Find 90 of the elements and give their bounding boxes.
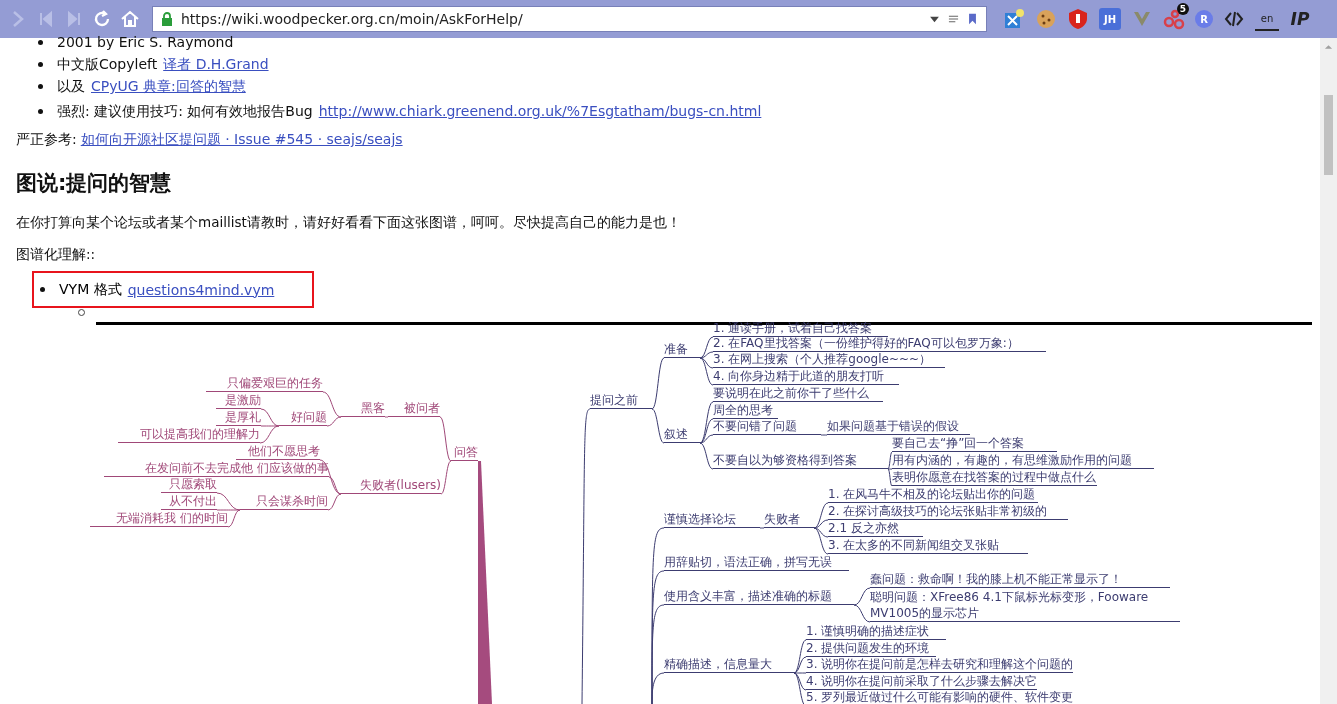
mind-map-node: 2.1 反之亦然: [828, 521, 923, 537]
format-text: VYM 格式: [59, 280, 122, 299]
mind-map-node: 在发问前不去完成他 们应该做的事: [104, 461, 329, 477]
reference-label: 严正参考:: [16, 131, 77, 149]
reload-icon[interactable]: [92, 9, 112, 29]
connector-line: [440, 460, 452, 495]
extension-button[interactable]: R: [1195, 10, 1213, 28]
mind-map-node: 2. 在探讨高级技巧的论坛张贴非常初级的: [828, 504, 1068, 520]
mind-map-node: 用辞贴切，语法正确，拼写无误: [664, 555, 849, 571]
lock-icon: [161, 12, 173, 26]
credit-link[interactable]: http://www.chiark.greenend.org.uk/%7Esgtatham/bugs-cn.html: [318, 100, 762, 122]
mind-map-node: 不要自以为够资格得到答案: [713, 453, 888, 469]
bullet-icon: [38, 108, 43, 114]
connector-line: [759, 527, 765, 529]
mind-map-node: 4. 说明你在提问前采取了什么步骤去解决它: [806, 674, 1038, 690]
bullet-icon: [38, 39, 43, 45]
file-link[interactable]: questions4mind.vym: [127, 281, 275, 298]
mind-map-node: 他们不愿思考: [236, 444, 320, 460]
mind-map-node: 谨慎选择论坛: [664, 512, 760, 528]
shield-icon[interactable]: [1067, 8, 1089, 30]
puzzle-icon[interactable]: [1003, 8, 1025, 30]
url-text: https://wiki.woodpecker.org.cn/moin/AskForHelp/: [181, 11, 524, 27]
mind-map-node: 问答: [451, 445, 478, 461]
bullet-icon: [38, 61, 43, 67]
mind-map-node: 1. 通读手册，试着自己找答案: [713, 321, 888, 337]
credit-text: 以及: [57, 77, 85, 96]
connector-line: [853, 587, 871, 606]
scroll-up-icon[interactable]: [1324, 44, 1333, 50]
mind-map-node: 1. 在风马牛不相及的论坛贴出你的问题: [828, 487, 1038, 503]
mind-map-node: 5. 罗列最近做过什么可能有影响的硬件、软件变更: [806, 690, 1086, 704]
mind-map-node: 失败者: [764, 512, 814, 528]
mind-map-node: 如果问题基于错误的假设: [827, 419, 970, 435]
cookie-icon[interactable]: [1035, 8, 1057, 30]
scrollbar[interactable]: [1320, 38, 1337, 704]
bookmark-icon[interactable]: [967, 13, 978, 25]
reader-icon[interactable]: [948, 13, 959, 25]
credit-text: 强烈: 建议使用技巧: 如何有效地报告Bug: [57, 102, 313, 121]
bullet-icon: [38, 83, 43, 89]
mind-map-node: 使用含义丰富，描述准确的标题: [664, 589, 854, 605]
mind-map-node: 蠢问题：救命啊！我的膝上机不能正常显示了！: [870, 572, 1170, 588]
reference-link[interactable]: 如何向开源社区提问题 · Issue #545 · seajs/seajs: [80, 131, 403, 149]
count-badge: 5: [1176, 3, 1189, 15]
mind-map-node: 3. 在网上搜索（个人推荐google~~~）: [713, 352, 945, 368]
mind-map-node: 好问题: [279, 410, 327, 426]
credit-link[interactable]: CPyUG 典章:回答的智慧: [91, 75, 246, 97]
connector-line: [820, 434, 828, 436]
mind-map-node: 只愿索取: [161, 477, 217, 493]
mind-map-node: 3. 说明你在提问前是怎样去研究和理解这个问题的: [806, 657, 1074, 673]
mind-map-node: 2. 在FAQ里找答案（一份维护得好的FAQ可以包罗万象:）: [713, 336, 1046, 352]
mind-map-node: 准备: [664, 342, 700, 358]
connector-line: [439, 416, 452, 462]
mind-map-node: 被问者: [388, 401, 440, 417]
credit-link[interactable]: 译者 D.H.Grand: [163, 53, 269, 75]
mind-map-node: 可以提高我们的理解力: [118, 427, 260, 443]
mind-map-node: 4. 向你身边精于此道的朋友打听: [713, 369, 899, 385]
credit-text: 中文版Copyleft: [57, 55, 158, 74]
mind-map-node: 无端消耗我 们的时间: [90, 511, 228, 527]
extension-button[interactable]: JH: [1099, 8, 1121, 30]
mind-map-node: 从不付出: [161, 494, 217, 510]
section-heading: 图说:提问的智慧: [16, 170, 173, 197]
extension-button[interactable]: en: [1255, 7, 1279, 31]
mind-map-node: 只偏爱艰巨的任务: [206, 376, 323, 392]
mind-map-node: 1. 谨慎明确的描述症状: [806, 624, 946, 640]
mind-map-node: 是激励: [216, 393, 261, 409]
mind-map-node: 精确描述，信息量大: [664, 657, 794, 673]
mind-map-node: 叙述: [664, 427, 700, 443]
intro-paragraph: 在你打算向某个论坛或者某个maillist请教时，请好好看看下面这张图谱，呵呵。尽快提高自己的能力是也！: [16, 214, 682, 232]
mind-map-node: 聪明问题：XFree86 4.1下鼠标光标变形，Fooware MV1005的显示芯片: [870, 589, 1180, 622]
mind-map-node: 黑客: [341, 401, 385, 417]
mind-map-node: 2. 提供问题发生的环境: [806, 641, 936, 657]
connector-line: [384, 416, 389, 418]
extension-button[interactable]: IP: [1289, 8, 1311, 30]
bullet-icon: [40, 287, 45, 292]
connector-line: [853, 604, 871, 623]
address-bar[interactable]: https://wiki.woodpecker.org.cn/moin/AskForHelp/: [152, 6, 987, 32]
mind-map-node: 3. 在太多的不同新闻组交叉张贴: [828, 538, 1028, 554]
mind-map-node: 用有内涵的，有趣的，有思维激励作用的问题: [892, 453, 1154, 469]
credit-text: 2001 by Eric S. Raymond: [57, 33, 234, 52]
mind-map-node: 是厚礼: [216, 410, 261, 426]
mind-map-node: 表明你愿意在找答案的过程中做点什么: [892, 470, 1097, 486]
mind-map-node: 失败者(lusers): [341, 478, 441, 494]
mind-map-node: 周全的思考: [713, 403, 778, 419]
mind-map-node: 要说明在此之前你干了些什么: [713, 386, 883, 402]
scrollbar-thumb[interactable]: [1324, 95, 1333, 175]
mind-map-node: 不要问错了问题: [713, 419, 821, 435]
mind-map-node: 要自己去“挣”回一个答案: [892, 436, 1057, 452]
map-label: 图谱化理解::: [16, 246, 97, 264]
mind-map-node: 提问之前: [590, 393, 652, 409]
home-icon[interactable]: [120, 9, 140, 29]
mind-map-node: 只会谋杀时间: [240, 494, 328, 510]
